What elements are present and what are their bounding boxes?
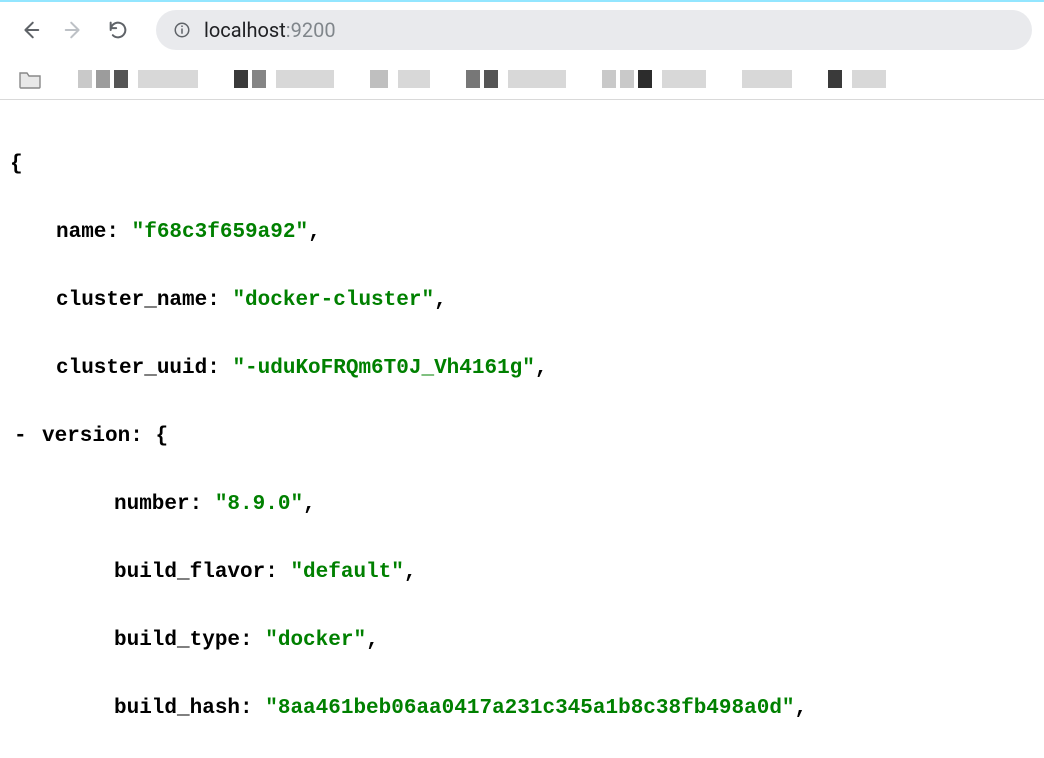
json-line: cluster_name: "docker-cluster", [10,284,1034,318]
url-text: localhost:9200 [204,18,336,42]
bookmark-item[interactable] [370,70,430,88]
browser-toolbar: localhost:9200 [0,0,1044,58]
url-port: :9200 [286,18,336,42]
bookmark-item[interactable] [828,70,886,88]
site-info-icon[interactable] [172,20,192,40]
bookmark-item[interactable] [466,70,566,88]
arrow-left-icon [19,19,41,41]
json-line: name: "f68c3f659a92", [10,216,1034,250]
reload-button[interactable] [100,12,136,48]
json-viewer: { name: "f68c3f659a92", cluster_name: "d… [0,100,1044,758]
bookmark-item[interactable] [742,70,792,88]
json-collapse-row: -version: { [10,420,1034,454]
bookmark-folder-icon[interactable] [18,69,42,89]
reload-icon [107,19,129,41]
back-button[interactable] [12,12,48,48]
json-line: { [10,148,1034,182]
address-bar[interactable]: localhost:9200 [156,10,1032,50]
bookmark-item[interactable] [234,70,334,88]
bookmark-item[interactable] [78,70,198,88]
json-line: build_flavor: "default", [10,556,1034,590]
json-line: build_type: "docker", [10,624,1034,658]
bookmarks-bar [0,58,1044,100]
url-host: localhost [204,18,286,42]
collapse-toggle[interactable]: - [14,420,28,454]
json-line: cluster_uuid: "-uduKoFRQm6T0J_Vh4161g", [10,352,1034,386]
arrow-right-icon [63,19,85,41]
forward-button[interactable] [56,12,92,48]
bookmark-item[interactable] [602,70,706,88]
json-line: number: "8.9.0", [10,488,1034,522]
json-line: build_hash: "8aa461beb06aa0417a231c345a1… [10,692,1034,726]
